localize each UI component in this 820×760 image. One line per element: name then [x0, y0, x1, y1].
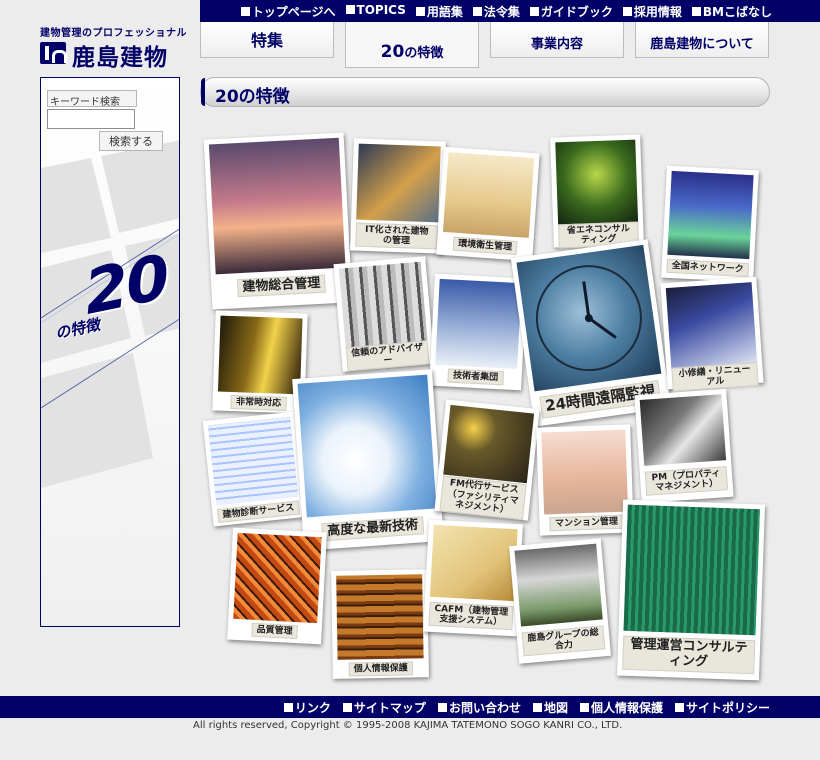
feature-card-fm-service[interactable]: FM代行サービス（ファシリティマネジメント） — [434, 399, 540, 521]
search-button[interactable]: 検索する — [99, 131, 163, 151]
tab-twenty-suffix: の特徴 — [404, 46, 444, 61]
top-navigation-bar: トップページへ TOPICS 用語集 法令集 ガイドブック 採用情報 BMこばな… — [200, 0, 820, 22]
feature-label: 管理運営コンサルティング — [622, 635, 756, 675]
feature-card-energy-saving[interactable]: 省エネコンサルティング — [550, 134, 644, 249]
section-title: 20の特徴 — [215, 87, 290, 107]
copyright: All rights reserved, Copyright © 1995-20… — [193, 720, 623, 731]
feature-card-building-total-management[interactable]: 建物総合管理 — [203, 132, 353, 310]
top-link-guidebook[interactable]: ガイドブック — [530, 3, 613, 20]
feature-card-advanced-technology[interactable]: 高度な最新技術 — [292, 369, 444, 551]
feature-label: 高度な最新技術 — [321, 515, 424, 542]
feature-card-cafm[interactable]: CAFM（建物管理支援システム） — [423, 519, 523, 637]
tab-about-label: 鹿島建物について — [650, 37, 754, 52]
feature-card-condominium-management[interactable]: マンション管理 — [536, 424, 634, 536]
keyword-search-label: キーワード検索 — [47, 90, 137, 108]
footer-link-contact[interactable]: お問い合わせ — [438, 699, 521, 716]
feature-label: 建物診断サービス — [216, 500, 301, 524]
footer-link-sitemap[interactable]: サイトマップ — [343, 699, 426, 716]
top-link-recruit[interactable]: 採用情報 — [623, 3, 682, 20]
feature-card-engineers-group[interactable]: 技術者集団 — [429, 273, 527, 391]
feature-label: 全国ネットワーク — [666, 258, 750, 278]
footer-link-map[interactable]: 地図 — [533, 699, 568, 716]
tab-business[interactable]: 事業内容 — [490, 22, 624, 58]
footer-link-links[interactable]: リンク — [284, 699, 331, 716]
top-link-glossary[interactable]: 用語集 — [416, 3, 463, 20]
sidebar-keyboard-graphic — [41, 78, 179, 626]
footer-navigation-bar: リンク サイトマップ お問い合わせ 地図 個人情報保護 サイトポリシー — [0, 696, 820, 718]
feature-label: 小修繕・リニューアル — [671, 361, 759, 393]
feature-label: マンション管理 — [549, 514, 624, 532]
company-logo-name[interactable]: 鹿島建物 — [72, 38, 168, 72]
feature-label: 個人情報保護 — [348, 661, 413, 677]
footer-link-privacy[interactable]: 個人情報保護 — [580, 699, 663, 716]
tab-feature[interactable]: 特集 — [200, 22, 334, 58]
top-link-laws[interactable]: 法令集 — [473, 3, 520, 20]
feature-card-quality-control[interactable]: 品質管理 — [227, 527, 327, 645]
feature-card-kajima-group[interactable]: 鹿島グループの総合力 — [509, 538, 611, 664]
feature-label: IT化された建物の管理 — [355, 222, 439, 250]
tab-twenty-features-label: 20の特徴 — [381, 42, 444, 62]
tab-feature-label: 特集 — [250, 31, 283, 50]
keyword-search-input[interactable] — [47, 109, 135, 129]
twenty-features-banner-number[interactable]: 20 — [81, 240, 171, 329]
feature-card-trusted-advisor[interactable]: 信頼のアドバイザー — [333, 256, 435, 372]
tab-about[interactable]: 鹿島建物について — [635, 22, 769, 58]
tab-twenty-number: 20 — [380, 42, 405, 62]
feature-card-property-management[interactable]: PM（プロパティマネジメント） — [634, 388, 734, 504]
top-link-home[interactable]: トップページへ — [241, 3, 336, 20]
feature-label: 環境衛生管理 — [452, 236, 518, 256]
feature-card-national-network[interactable]: 全国ネットワーク — [661, 165, 759, 283]
top-link-topics[interactable]: TOPICS — [346, 3, 406, 20]
clock-graphic — [535, 265, 642, 372]
sidebar: キーワード検索 検索する 20 の特徴 — [40, 77, 180, 627]
feature-label: 非常時対応 — [230, 394, 287, 412]
feature-label: 技術者集団 — [447, 368, 504, 386]
feature-label: 品質管理 — [251, 622, 298, 640]
feature-card-management-consulting[interactable]: 管理運営コンサルティング — [616, 499, 766, 681]
logo-tagline: 建物管理のプロフェッショナル — [40, 28, 187, 39]
feature-card-environmental-hygiene[interactable]: 環境衛生管理 — [436, 146, 540, 262]
features-collage: 建物総合管理 IT化された建物の管理 環境衛生管理 省エネコンサルティング 全国… — [200, 120, 780, 690]
tab-twenty-features[interactable]: 20の特徴 — [345, 22, 479, 68]
feature-card-repair-renewal[interactable]: 小修繕・リニューアル — [660, 276, 764, 393]
top-links: トップページへ TOPICS 用語集 法令集 ガイドブック 採用情報 BMこばな… — [241, 3, 772, 20]
top-link-bm-kobanashi[interactable]: BMこばなし — [692, 3, 772, 20]
feature-label: FM代行サービス（ファシリティマネジメント） — [439, 475, 527, 520]
tab-business-label: 事業内容 — [530, 37, 583, 52]
footer-link-site-policy[interactable]: サイトポリシー — [675, 699, 770, 716]
feature-label: 鹿島グループの総合力 — [521, 624, 606, 657]
feature-label: PM（プロパティマネジメント） — [644, 465, 729, 497]
feature-card-building-diagnosis[interactable]: 建物診断サービス — [202, 411, 306, 527]
feature-label: CAFM（建物管理支援システム） — [428, 601, 514, 631]
feature-card-privacy-protection[interactable]: 個人情報保護 — [331, 569, 429, 679]
company-logo-icon[interactable] — [40, 42, 67, 64]
footer-links: リンク サイトマップ お問い合わせ 地図 個人情報保護 サイトポリシー — [284, 699, 770, 716]
section-title-bar: 20の特徴 — [200, 77, 770, 107]
feature-label: 建物総合管理 — [236, 274, 326, 298]
feature-card-it-building-management[interactable]: IT化された建物の管理 — [350, 138, 446, 254]
